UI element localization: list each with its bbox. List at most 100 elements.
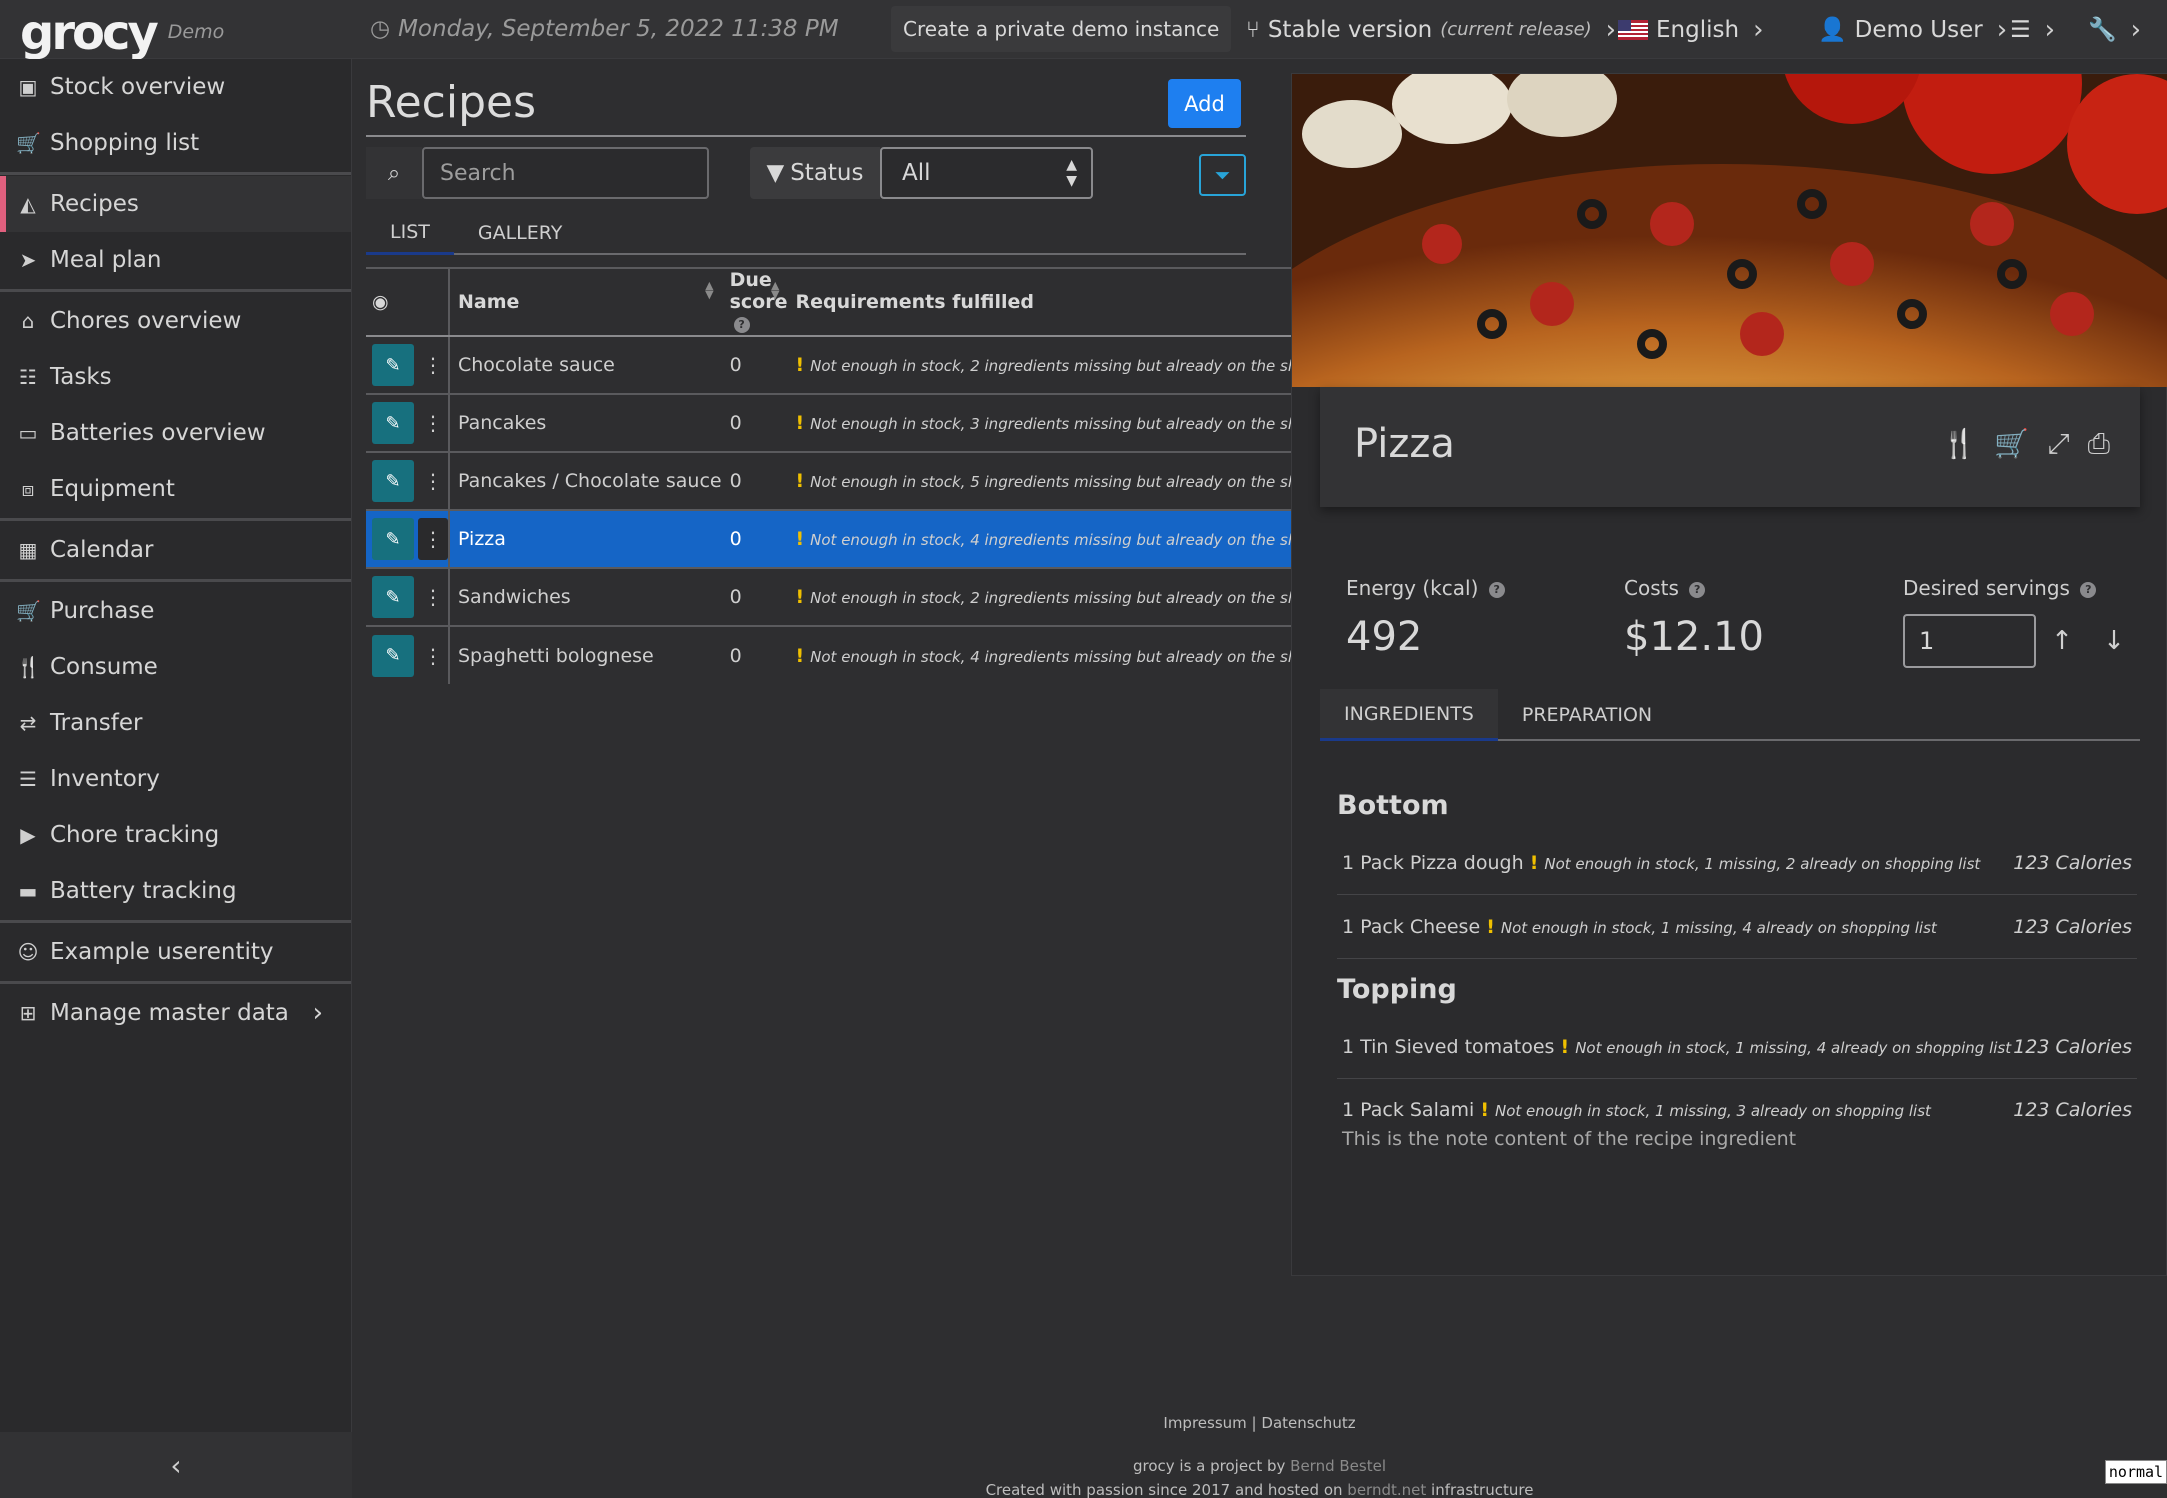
column-header-name[interactable]: Name ▲ ▼ [449, 267, 722, 337]
help-icon[interactable]: ? [1689, 581, 1706, 598]
help-icon[interactable]: ? [2080, 581, 2097, 598]
tools-menu[interactable]: 🔧 › [2088, 0, 2141, 59]
version-label: Stable version [1267, 16, 1433, 43]
edit-button[interactable]: ✎ [372, 402, 414, 444]
ingredient-group-title: Topping [1337, 974, 1457, 1005]
sidebar-item-label: Stock overview [50, 74, 226, 100]
servings-input[interactable]: 1 [1903, 614, 2036, 668]
more-options-icon[interactable]: ⋮ [418, 576, 447, 618]
ingredient-text: 1 Pack Pizza dough [1342, 852, 1524, 874]
sidebar-item-tasks[interactable]: ☷ Tasks [0, 349, 351, 405]
car-battery-icon: ▬ [18, 879, 38, 903]
ingredient-calories: 123 Calories [2013, 916, 2132, 938]
sidebar-item-transfer[interactable]: ⇄ Transfer [0, 695, 351, 751]
edit-button[interactable]: ✎ [372, 344, 414, 386]
sidebar-item-stock-overview[interactable]: ▣ Stock overview [0, 59, 351, 115]
servings-increase-button[interactable]: ↑ [2040, 614, 2084, 668]
more-options-icon[interactable]: ⋮ [418, 460, 447, 502]
table-row[interactable]: ✎ ⋮ Chocolate sauce 0 ! Not enough in stoc… [366, 336, 1376, 395]
sidebar-item-batteries-overview[interactable]: ▭ Batteries overview [0, 405, 351, 461]
search-icon: ⌕ [366, 147, 422, 199]
column-header-requirements[interactable]: Requirements fulfilled [787, 267, 1376, 337]
ingredient-divider [1337, 958, 2137, 959]
sidebar-item-purchase[interactable]: 🛒 Purchase [0, 583, 351, 639]
brand[interactable]: grocy Demo [20, 0, 224, 59]
sliders-icon: ☰ [2010, 16, 2031, 43]
sidebar-item-meal-plan[interactable]: ➤ Meal plan [0, 232, 351, 288]
cart-plus-icon[interactable]: 🛒 [1994, 427, 2029, 461]
user-label: Demo User [1854, 16, 1983, 43]
table-row[interactable]: ✎ ⋮ Spaghetti bolognese 0 ! Not enough in … [366, 626, 1376, 684]
expand-icon[interactable]: ⤢ [2047, 427, 2069, 461]
table-row-selected[interactable]: ✎ ⋮ Pizza 0 ! Not enough in stock, 4 ingre… [366, 510, 1376, 569]
grocy-logo[interactable]: grocy [20, 7, 159, 59]
sidebar-item-battery-tracking[interactable]: ▬ Battery tracking [0, 863, 351, 919]
status-select[interactable]: All ▲ ▼ [880, 147, 1093, 199]
search-input[interactable] [422, 147, 709, 199]
demo-tag: Demo [167, 21, 225, 43]
table-header-row: ◉ Name ▲ ▼ Due score? ▲ ▼ Requirements fulfi… [366, 267, 1376, 337]
sort-icon: ▲ ▼ [771, 279, 780, 301]
utensils-icon[interactable]: 🍴 [1941, 427, 1976, 461]
sidebar-item-calendar[interactable]: ▦ Calendar [0, 522, 351, 578]
host-link[interactable]: berndt.net [1347, 1481, 1426, 1498]
more-options-icon[interactable]: ⋮ [418, 344, 447, 386]
language-label: English [1656, 16, 1740, 43]
create-demo-instance-button[interactable]: Create a private demo instance [891, 6, 1232, 52]
help-icon[interactable]: ? [1488, 581, 1505, 598]
tab-ingredients[interactable]: INGREDIENTS [1320, 689, 1498, 741]
more-options-icon[interactable]: ⋮ [418, 518, 447, 560]
edit-button[interactable]: ✎ [372, 460, 414, 502]
chevron-right-icon: › [2130, 14, 2142, 45]
more-options-icon[interactable]: ⋮ [418, 635, 447, 677]
version-sub: (current release) [1440, 19, 1592, 40]
tab-list[interactable]: LIST [366, 211, 454, 255]
tab-gallery[interactable]: GALLERY [454, 211, 587, 255]
print-icon[interactable]: ⎙ [2088, 427, 2110, 461]
sidebar-item-chore-tracking[interactable]: ▶ Chore tracking [0, 807, 351, 863]
warning-icon: ! [1486, 916, 1495, 938]
sidebar-item-shopping-list[interactable]: 🛒 Shopping list [0, 115, 351, 171]
ingredient-note: Not enough in stock, 1 missing, 3 alread… [1495, 1102, 1931, 1120]
sidebar-item-label: Manage master data [50, 1000, 289, 1026]
more-options-icon[interactable]: ⋮ [418, 402, 447, 444]
help-icon[interactable]: ? [733, 316, 750, 333]
table-row[interactable]: ✎ ⋮ Pancakes 0 ! Not enough in stock, 3 in… [366, 394, 1376, 453]
settings-menu[interactable]: ☰ › [2010, 0, 2055, 59]
user-menu[interactable]: 👤 Demo User › [1818, 0, 2007, 59]
edit-button[interactable]: ✎ [372, 634, 414, 677]
sidebar-item-equipment[interactable]: ⧈ Equipment [0, 461, 351, 517]
sidebar-item-consume[interactable]: 🍴 Consume [0, 639, 351, 695]
author-link[interactable]: Bernd Bestel [1290, 1457, 1386, 1475]
servings-decrease-button[interactable]: ↓ [2092, 614, 2136, 668]
recipe-name: Pancakes / Chocolate sauce [449, 452, 722, 511]
sidebar-item-example-userentity[interactable]: ☺ Example userentity [0, 924, 351, 980]
battery-icon: ▭ [18, 421, 38, 445]
sidebar-item-label: Purchase [50, 598, 155, 624]
sidebar-collapse-button[interactable]: ‹ [0, 1432, 352, 1498]
add-recipe-button[interactable]: Add [1168, 79, 1241, 128]
datenschutz-link[interactable]: Datenschutz [1261, 1414, 1355, 1432]
sidebar-item-label: Tasks [50, 364, 112, 390]
table-row[interactable]: ✎ ⋮ Sandwiches 0 ! Not enough in stock, 2 … [366, 568, 1376, 627]
table-row[interactable]: ✎ ⋮ Pancakes / Chocolate sauce 0 ! Not eno… [366, 452, 1376, 511]
recipe-due-score: 0 [729, 644, 742, 667]
sidebar-item-inventory[interactable]: ☰ Inventory [0, 751, 351, 807]
footer-links: Impressum | Datenschutz [352, 1414, 2167, 1432]
sidebar-divider [0, 518, 351, 521]
sidebar-item-recipes[interactable]: ◭ Recipes [0, 176, 351, 232]
version-menu[interactable]: ⑂ Stable version (current release) › [1246, 0, 1616, 59]
sidebar-item-manage-master-data[interactable]: ⊞ Manage master data › [0, 985, 351, 1041]
chevron-right-icon: › [1753, 14, 1764, 45]
clear-filter-button[interactable]: ⏷ [1199, 154, 1246, 196]
impressum-link[interactable]: Impressum [1163, 1414, 1246, 1432]
status-selected-value: All [902, 160, 931, 186]
language-menu[interactable]: English › [1618, 0, 1763, 59]
recipe-due-score: 0 [721, 336, 788, 395]
column-header-due-score[interactable]: Due score? ▲ ▼ [721, 267, 788, 337]
tab-preparation[interactable]: PREPARATION [1498, 689, 1676, 741]
sidebar-item-chores-overview[interactable]: ⌂ Chores overview [0, 293, 351, 349]
edit-button[interactable]: ✎ [372, 518, 414, 560]
column-visibility-header[interactable]: ◉ [366, 267, 450, 337]
edit-button[interactable]: ✎ [372, 576, 414, 618]
